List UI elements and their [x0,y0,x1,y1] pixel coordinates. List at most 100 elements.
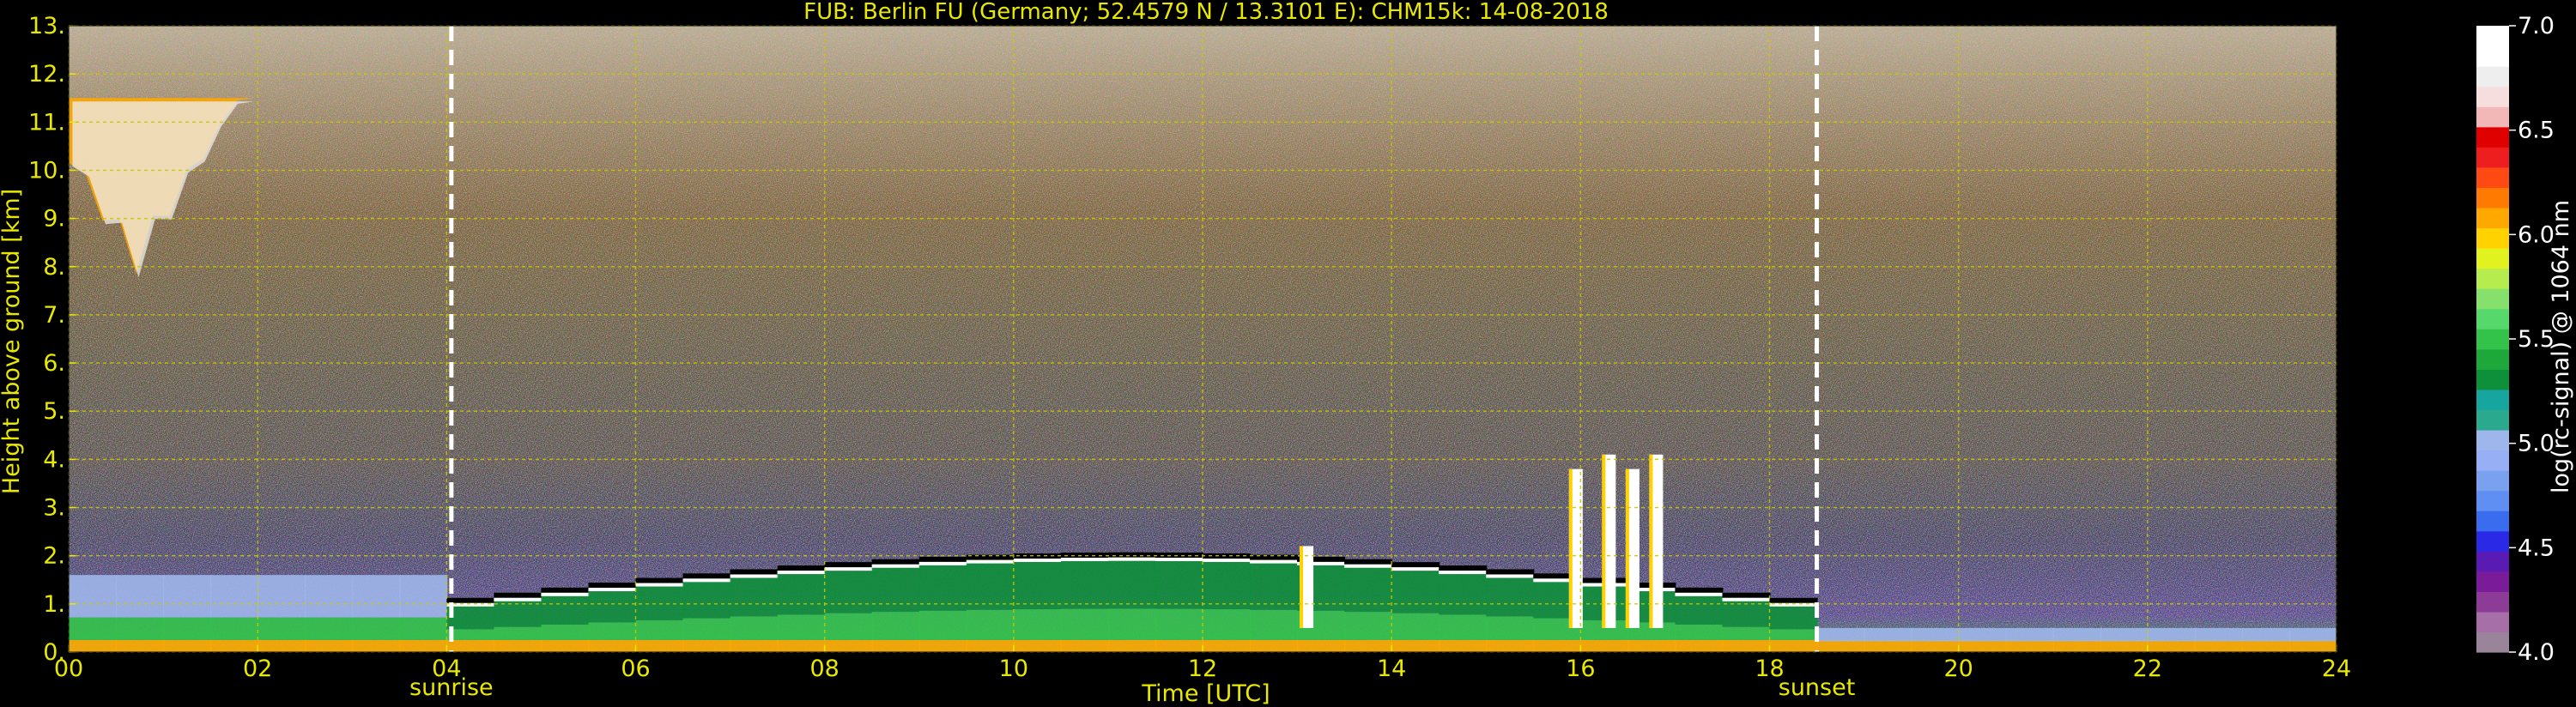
aerosol-cell [2147,627,2196,642]
aerosol-cell [1722,639,1771,652]
layer-top-edge [635,577,684,583]
aerosol-cell [777,614,826,640]
aerosol-cell [116,575,165,618]
layer-top-highlight [588,588,637,592]
x-tick-label: 08 [809,656,839,682]
aerosol-cell [588,622,637,640]
layer-top-highlight [635,583,684,587]
aerosol-cell [163,575,212,618]
aerosol-cell [1911,627,1960,642]
aerosol-cell [1486,572,1535,617]
aerosol-cell [1155,639,1203,652]
aerosol-cell [1203,557,1252,610]
aerosol-cell [918,639,967,652]
aerosol-cell [69,639,118,652]
aerosol-cell [1769,639,1818,652]
colorbar-cell [2476,551,2509,572]
aerosol-cell [635,639,684,652]
aerosol-cell [1864,627,1912,642]
y-tick-label: 10. [28,157,65,184]
colorbar-cell [2476,571,2509,592]
layer-top-highlight [966,559,1015,564]
aerosol-cell [1107,608,1156,640]
y-tick-label: 11. [28,109,65,136]
aerosol-cell [2194,627,2243,642]
aerosol-cell [1391,613,1440,640]
colorbar: 4.04.55.05.56.06.57.0 log(rc-signal) @ 1… [2476,13,2574,666]
aerosol-cell [777,569,826,615]
aerosol-cell [2194,639,2243,652]
colorbar-cell [2476,268,2509,289]
aerosol-cell [1391,639,1440,652]
aerosol-cell [1816,627,1865,642]
aerosol-cell [682,639,731,652]
colorbar-tick-label: 6.5 [2518,118,2555,144]
y-tick-label: 7. [43,302,65,329]
aerosol-cell [1769,629,1818,640]
aerosol-cell [1439,569,1488,615]
aerosol-cell [1533,639,1582,652]
aerosol-cell [352,575,401,618]
aerosol-cell [635,581,684,620]
layer-top-edge [1439,565,1488,571]
aerosol-cell [305,617,354,640]
colorbar-cell [2476,409,2509,431]
aerosol-cell [1203,639,1252,652]
aerosol-cell [116,639,165,652]
layer-top-edge [588,583,637,589]
y-tick-label: 9. [43,206,65,233]
aerosol-cell [1864,639,1912,652]
colorbar-cell [2476,389,2509,411]
aerosol-cell [777,639,826,652]
layer-top-highlight [777,571,826,575]
x-tick-label: 12 [1188,656,1217,682]
aerosol-cell [541,624,590,640]
cloud-tower-edge [1649,454,1653,628]
x-tick-label: 04 [432,656,461,682]
aerosol-cell [1250,639,1299,652]
layer-top-edge [1675,587,1724,593]
colorbar-cell [2476,369,2509,390]
aerosol-cell [1060,608,1109,640]
layer-top-edge [918,556,967,562]
x-tick-label: 18 [1755,656,1784,682]
x-tick-label: 24 [2322,656,2351,682]
layer-top-edge [446,597,495,603]
colorbar-cell [2476,227,2509,249]
layer-top-edge [777,565,826,571]
aerosol-cell [258,575,306,618]
aerosol-cell [1958,639,2007,652]
y-tick-label: 0. [43,639,65,666]
x-tick-label: 16 [1566,656,1595,682]
aerosol-cell [730,616,779,640]
aerosol-cell [2052,627,2101,642]
aerosol-cell [69,617,118,640]
layer-top-highlight [1486,574,1535,578]
aerosol-cell [635,619,684,640]
x-tick-label: 20 [1943,656,1973,682]
aerosol-cell [682,577,731,619]
colorbar-tick-label: 4.0 [2518,639,2555,666]
aerosol-cell [494,626,542,640]
aerosol-cell [1297,639,1346,652]
colorbar-cell [2476,429,2509,451]
aerosol-cell [1486,639,1535,652]
plot-area [69,26,2337,652]
layer-top-edge [730,569,779,575]
cloud-tower-edge [1602,454,1606,628]
aerosol-cell [116,617,165,640]
aerosol-cell [588,639,637,652]
aerosol-cell [2241,639,2290,652]
aerosol-cell [824,565,873,613]
layer-top-edge [1769,597,1818,603]
aerosol-cell [305,575,354,618]
y-tick-label: 4. [43,446,65,473]
aerosol-cell [918,559,967,611]
aerosol-cell [2100,639,2149,652]
colorbar-label: log(rc-signal) @ 1064 nm [2548,200,2574,493]
layer-top-highlight [1344,564,1393,568]
aerosol-cell [541,639,590,652]
y-tick-label: 13. [28,13,65,39]
aerosol-cell [1107,555,1156,609]
aerosol-cell [305,639,354,652]
